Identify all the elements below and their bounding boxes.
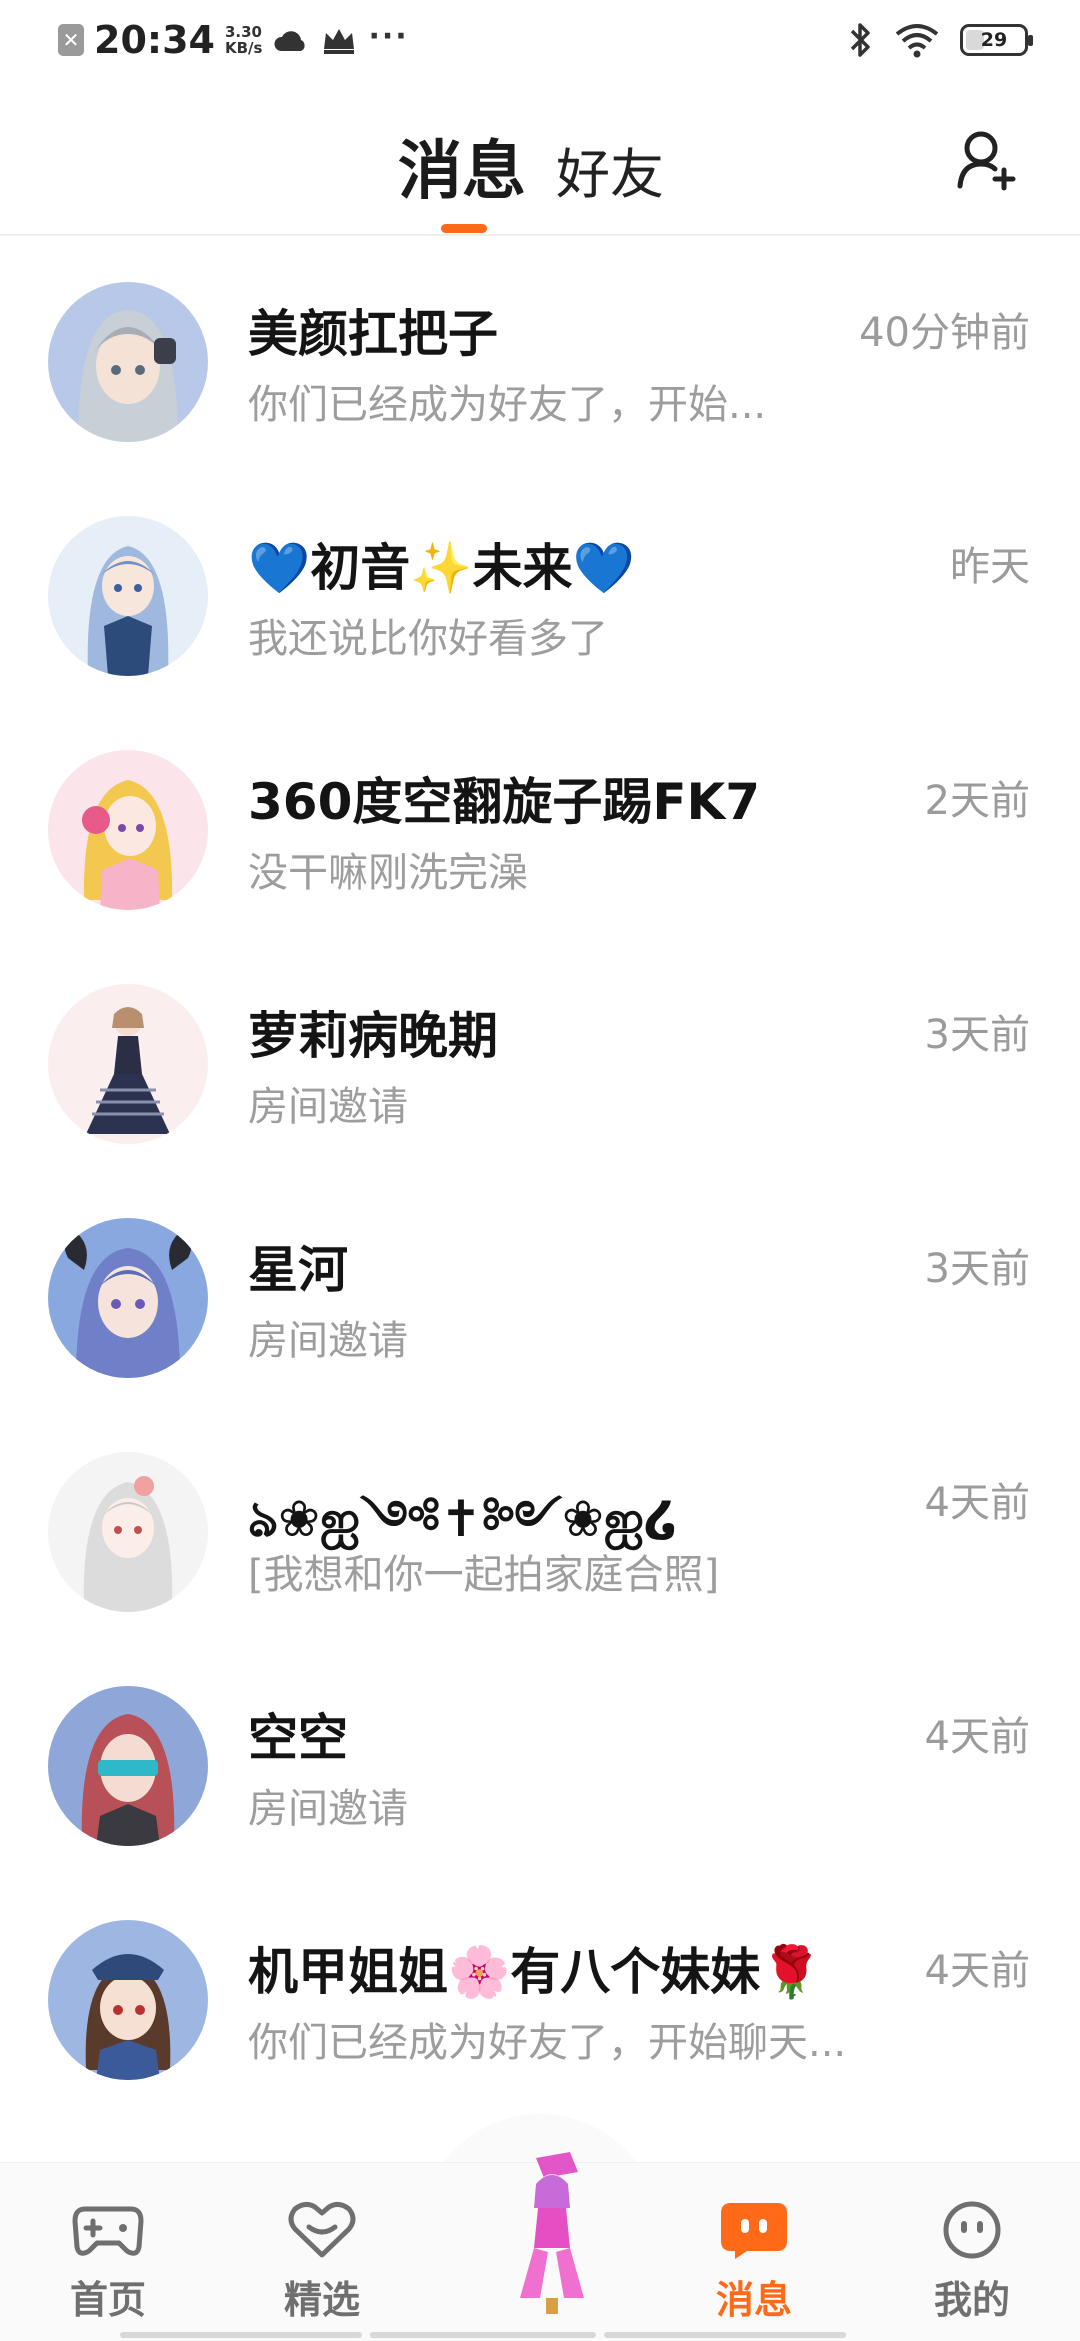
tab-messages[interactable]: 消息 xyxy=(398,120,526,212)
chat-time: 昨天 xyxy=(950,544,1030,590)
network-speed: 3.30 KB/s xyxy=(225,24,262,56)
chat-time: 4天前 xyxy=(924,1714,1030,1760)
network-speed-unit: KB/s xyxy=(224,39,263,57)
chat-item[interactable]: 💙初音✨未来💙 昨天 我还说比你好看多了 xyxy=(0,470,1080,704)
status-time: 20:34 xyxy=(94,18,215,62)
chat-name: 360度空翻旋子踢FK7 xyxy=(248,773,761,831)
chat-item[interactable]: 空空 4天前 房间邀请 xyxy=(0,1640,1080,1874)
chat-name: 空空 xyxy=(248,1709,348,1767)
chat-name: 萝莉病晚期 xyxy=(248,1007,498,1065)
chat-item[interactable]: 萝莉病晚期 3天前 房间邀请 xyxy=(0,938,1080,1172)
chat-bubble-icon xyxy=(721,2203,787,2259)
more-status-icon: ··· xyxy=(368,18,409,54)
chat-item[interactable]: ঌ❀ஐ༺✝༻❀ஐ໒ 4天前 [我想和你一起拍家庭合照] xyxy=(0,1406,1080,1640)
header: 消息 好友 xyxy=(0,84,1080,236)
bluetooth-icon xyxy=(850,23,870,57)
chat-list: 美颜扛把子 40分钟前 你们已经成为好友了，开始... 💙初音✨未来💙 昨天 我… xyxy=(0,236,1080,2108)
chat-item[interactable]: 星河 3天前 房间邀请 xyxy=(0,1172,1080,1406)
gesture-bar xyxy=(120,2332,846,2338)
chat-preview: 没干嘛刚洗完澡 xyxy=(248,850,528,896)
nav-featured-label: 精选 xyxy=(283,2278,360,2322)
avatar[interactable] xyxy=(48,516,208,676)
add-friend-icon[interactable] xyxy=(954,126,1020,192)
chat-preview: 你们已经成为好友了，开始... xyxy=(248,382,767,428)
avatar[interactable] xyxy=(48,282,208,442)
nav-messages-label: 消息 xyxy=(715,2278,792,2322)
chat-preview: [我想和你一起拍家庭合照] xyxy=(248,1552,720,1598)
battery-level: 29 xyxy=(980,29,1008,51)
status-bar: ✕ 20:34 3.30 KB/s ··· 29 xyxy=(0,0,1080,84)
avatar[interactable] xyxy=(48,1218,208,1378)
nav-messages[interactable]: 消息 xyxy=(694,2199,814,2324)
chat-preview: 我还说比你好看多了 xyxy=(248,616,608,662)
nav-me-label: 我的 xyxy=(933,2278,1010,2322)
chat-name: 美颜扛把子 xyxy=(248,305,498,363)
crown-icon xyxy=(324,29,355,54)
network-speed-value: 3.30 xyxy=(224,23,262,41)
notification-close-icon: ✕ xyxy=(58,24,84,56)
smiley-icon xyxy=(943,2201,1001,2259)
chat-name: 机甲姐姐🌸有八个妹妹🌹 xyxy=(248,1943,823,2001)
chat-preview: 房间邀请 xyxy=(248,1786,408,1832)
chat-time: 4天前 xyxy=(924,1480,1030,1526)
chat-name: 💙初音✨未来💙 xyxy=(248,539,635,597)
cloud-icon xyxy=(274,31,306,51)
chat-time: 40分钟前 xyxy=(859,310,1030,356)
chat-time: 4天前 xyxy=(924,1948,1030,1994)
tab-friends[interactable]: 好友 xyxy=(556,130,664,209)
nav-home[interactable]: 首页 xyxy=(48,2199,168,2324)
chat-item[interactable]: 美颜扛把子 40分钟前 你们已经成为好友了，开始... xyxy=(0,236,1080,470)
character-avatar-button[interactable] xyxy=(490,2148,610,2318)
chat-time: 3天前 xyxy=(924,1012,1030,1058)
active-tab-indicator xyxy=(441,224,487,233)
battery-icon: 29 xyxy=(960,24,1033,56)
nav-me[interactable]: 我的 xyxy=(912,2199,1032,2324)
chat-name: 星河 xyxy=(248,1241,348,1299)
gamepad-icon xyxy=(72,2206,144,2256)
chat-time: 2天前 xyxy=(924,778,1030,824)
chat-item[interactable]: 360度空翻旋子踢FK7 2天前 没干嘛刚洗完澡 xyxy=(0,704,1080,938)
heart-icon xyxy=(288,2201,356,2258)
chat-preview: 房间邀请 xyxy=(248,1318,408,1364)
chat-time: 3天前 xyxy=(924,1246,1030,1292)
nav-featured[interactable]: 精选 xyxy=(262,2199,382,2324)
avatar[interactable] xyxy=(48,750,208,910)
wifi-icon xyxy=(895,24,939,58)
avatar[interactable] xyxy=(48,1452,208,1612)
chat-item[interactable]: 机甲姐姐🌸有八个妹妹🌹 4天前 你们已经成为好友了，开始聊天... xyxy=(0,1874,1080,2108)
avatar[interactable] xyxy=(48,1686,208,1846)
chat-preview: 你们已经成为好友了，开始聊天... xyxy=(248,2020,847,2066)
nav-home-label: 首页 xyxy=(69,2278,146,2322)
avatar[interactable] xyxy=(48,984,208,1144)
chat-preview: 房间邀请 xyxy=(248,1084,408,1130)
avatar[interactable] xyxy=(48,1920,208,2080)
